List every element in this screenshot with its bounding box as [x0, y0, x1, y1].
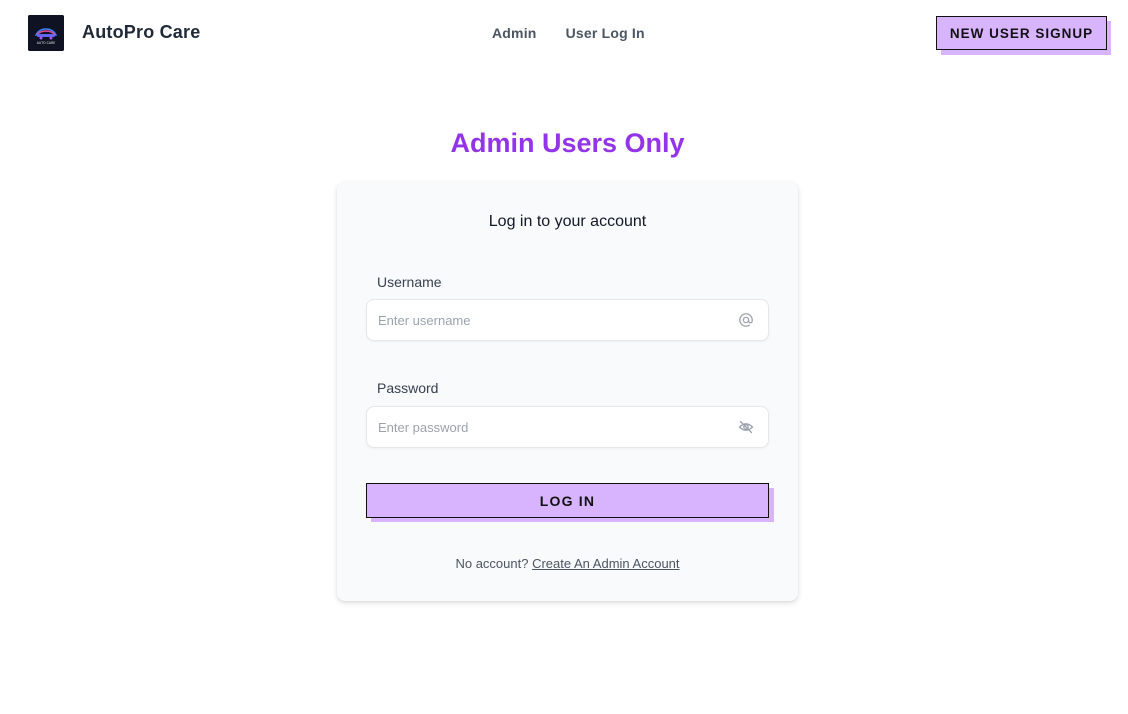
password-label: Password	[377, 380, 439, 396]
page-title: Admin Users Only	[450, 128, 685, 158]
no-account-text: No account?	[455, 556, 529, 571]
at-icon	[738, 312, 754, 328]
no-account-row: No account? Create An Admin Account	[337, 556, 798, 571]
username-field-wrapper	[366, 299, 769, 341]
login-button-wrapper: LOG IN	[366, 483, 776, 523]
card-title: Log in to your account	[488, 213, 647, 230]
password-field-wrapper	[366, 406, 769, 448]
login-button[interactable]: LOG IN	[366, 483, 769, 518]
nav-link-admin[interactable]: Admin	[492, 25, 537, 41]
logo-text: AUTO CARE	[37, 41, 56, 45]
eye-off-icon[interactable]	[738, 419, 754, 435]
brand-logo[interactable]: AUTO CARE	[28, 15, 64, 51]
new-user-signup-button[interactable]: NEW USER SIGNUP	[936, 16, 1107, 50]
main-nav: Admin User Log In	[492, 25, 645, 41]
nav-link-user-login[interactable]: User Log In	[566, 25, 645, 41]
car-logo-icon: AUTO CARE	[28, 15, 64, 51]
top-nav-bar: AUTO CARE AutoPro Care Admin User Log In…	[0, 0, 1128, 66]
create-admin-account-link[interactable]: Create An Admin Account	[532, 556, 679, 571]
password-input[interactable]	[367, 407, 727, 447]
new-user-signup-wrapper: NEW USER SIGNUP	[936, 16, 1111, 55]
login-card: Log in to your account Username Password…	[337, 182, 798, 601]
username-label: Username	[377, 274, 442, 290]
brand-name[interactable]: AutoPro Care	[82, 22, 200, 43]
username-input[interactable]	[367, 300, 727, 340]
